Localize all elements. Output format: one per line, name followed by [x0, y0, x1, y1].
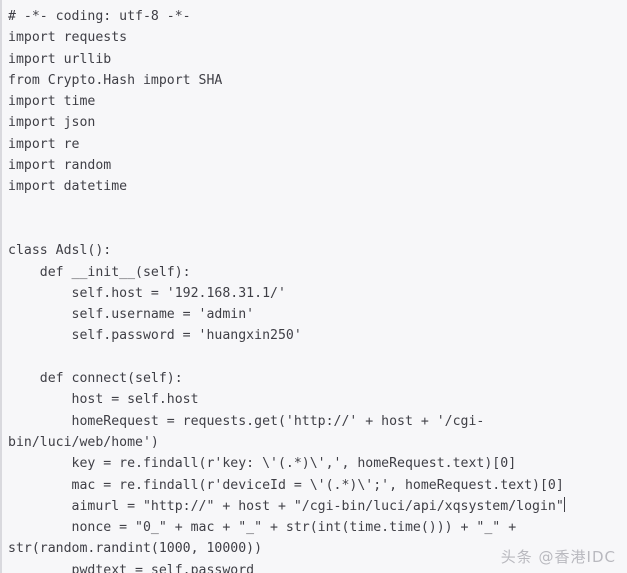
- code-line: key = re.findall(r'key: \'(.*)\',', home…: [8, 456, 517, 472]
- code-line: import datetime: [8, 179, 128, 195]
- code-line: import re: [8, 136, 80, 152]
- code-line-text: aimurl = "http://" + host + "/cgi-bin/lu…: [8, 498, 564, 514]
- code-line: from Crypto.Hash import SHA: [8, 72, 223, 88]
- code-line: self.host = '192.168.31.1/': [8, 285, 286, 301]
- code-line: def connect(self):: [8, 371, 183, 387]
- code-line: self.username = 'admin': [8, 307, 255, 323]
- code-line: def __init__(self):: [8, 264, 191, 280]
- code-line: nonce = "0_" + mac + "_" + str(int(time.…: [8, 520, 517, 536]
- code-line: import json: [8, 115, 96, 131]
- watermark-label: 头条 @香港IDC: [500, 548, 616, 566]
- code-line: class Adsl():: [8, 243, 112, 259]
- code-screenshot: # -*- coding: utf-8 -*- import requests im…: [0, 0, 627, 573]
- python-code-block[interactable]: # -*- coding: utf-8 -*- import requests im…: [0, 0, 627, 573]
- code-line: bin/luci/web/home'): [8, 434, 159, 450]
- code-line: host = self.host: [8, 392, 199, 408]
- code-line: self.password = 'huangxin250': [8, 328, 302, 344]
- code-line: import random: [8, 158, 112, 174]
- code-line: # -*- coding: utf-8 -*-: [8, 9, 191, 24]
- text-caret: [563, 496, 565, 512]
- code-line: homeRequest = requests.get('http://' + h…: [8, 413, 485, 429]
- code-line: import urllib: [8, 51, 112, 67]
- code-line: import requests: [8, 30, 128, 46]
- code-line: mac = re.findall(r'deviceId = \'(.*)\';'…: [8, 477, 564, 493]
- code-line: import time: [8, 94, 96, 110]
- code-content: # -*- coding: utf-8 -*- import requests im…: [8, 6, 627, 573]
- code-line-with-caret: aimurl = "http://" + host + "/cgi-bin/lu…: [8, 496, 627, 517]
